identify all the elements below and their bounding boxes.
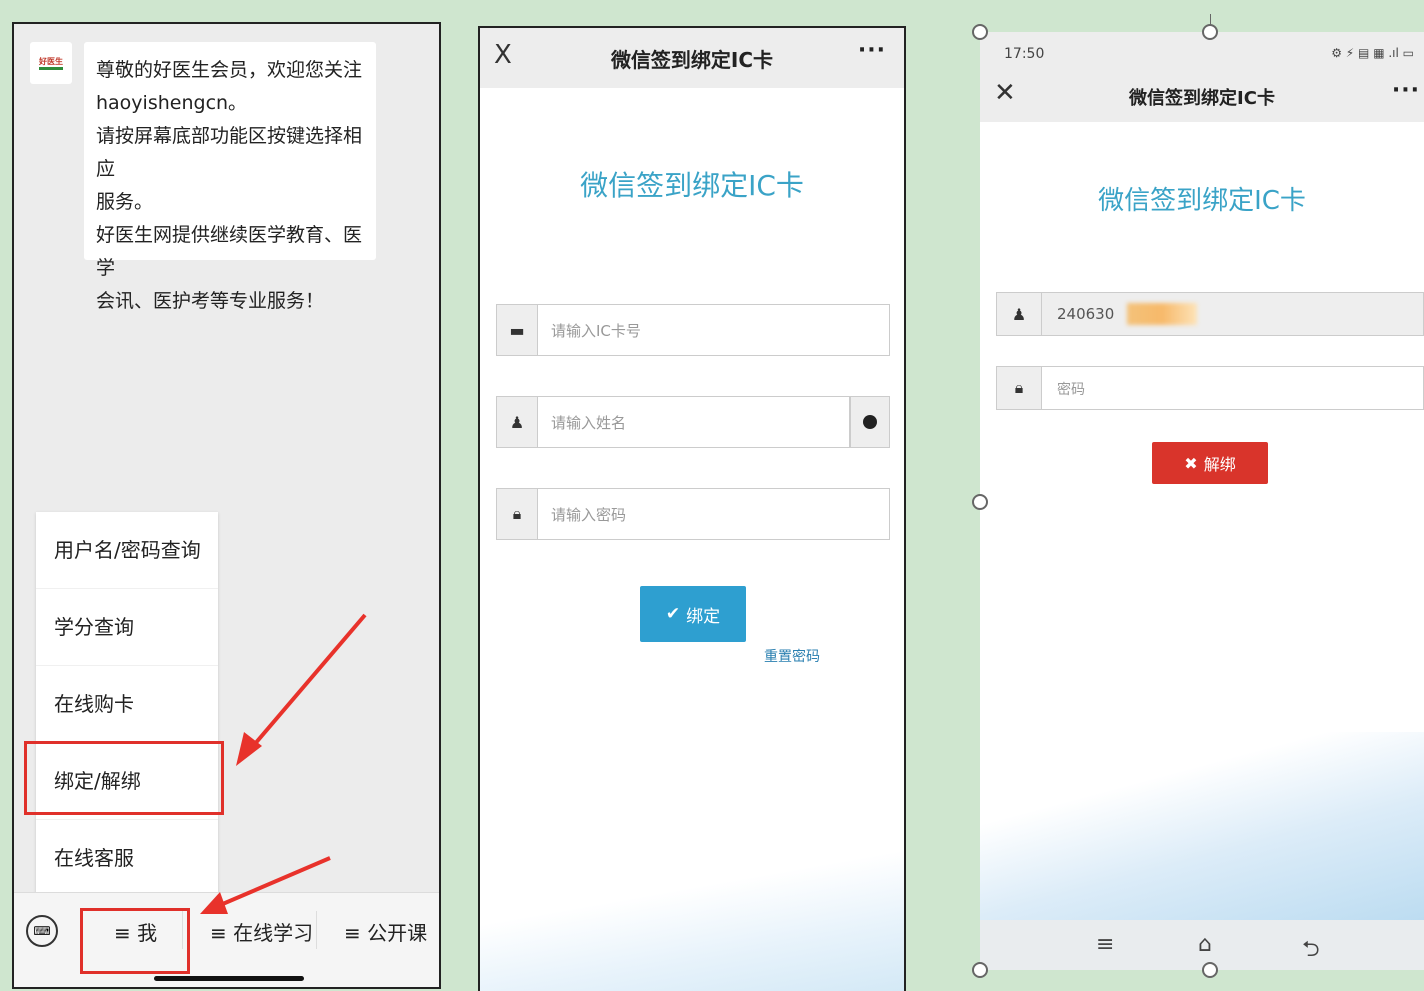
ic-card-field[interactable]: ▬ 请输入IC卡号 bbox=[496, 304, 890, 356]
redacted-blur bbox=[1127, 303, 1197, 325]
arrow-head bbox=[200, 892, 228, 914]
more-icon[interactable]: ··· bbox=[858, 38, 886, 63]
navigation-bar: ✕ 微信签到绑定IC卡 ··· bbox=[980, 74, 1424, 122]
unbind-button-label: 解绑 bbox=[1203, 455, 1236, 474]
password-field[interactable]: 🔒︎ 请输入密码 bbox=[496, 488, 890, 540]
name-placeholder: 请输入姓名 bbox=[551, 414, 627, 432]
lock-icon: 🔒︎ bbox=[997, 367, 1042, 409]
user-icon: ♟ bbox=[997, 293, 1042, 335]
card-number-value: 240630 bbox=[1057, 305, 1115, 323]
page-title: 微信签到绑定IC卡 bbox=[610, 48, 774, 72]
status-time: 17:50 bbox=[1004, 46, 1045, 62]
form-heading: 微信签到绑定IC卡 bbox=[1098, 186, 1306, 216]
ic-card-placeholder: 请输入IC卡号 bbox=[551, 322, 641, 340]
background-decoration bbox=[980, 732, 1424, 922]
bind-button[interactable]: ✔ 绑定 bbox=[640, 586, 746, 642]
name-field[interactable]: ♟ 请输入姓名 bbox=[496, 396, 850, 448]
unbind-button[interactable]: ✖ 解绑 bbox=[1152, 442, 1268, 484]
more-icon[interactable]: ··· bbox=[1392, 78, 1420, 103]
bind-card-page: X 微信签到绑定IC卡 ··· 微信签到绑定IC卡 ▬ 请输入IC卡号 ♟ 请输… bbox=[478, 26, 906, 991]
status-bar: 17:50 ⚙ ⚡ ▤ ▦ .ıl ▭ bbox=[980, 32, 1424, 74]
arrow-line bbox=[217, 856, 331, 908]
android-nav-bar: ≡ ⌂ ⮌ bbox=[980, 920, 1424, 970]
reset-password-link[interactable]: 重置密码 bbox=[764, 646, 820, 666]
card-number-field: ♟ 240630 bbox=[996, 292, 1424, 336]
password-placeholder: 请输入密码 bbox=[551, 506, 627, 524]
card-icon: ▬ bbox=[497, 305, 538, 355]
password-field[interactable]: 🔒︎ 密码 bbox=[996, 366, 1424, 410]
name-addon-button[interactable] bbox=[850, 396, 890, 448]
arrow-line bbox=[246, 613, 367, 754]
times-icon: ✖ bbox=[1184, 453, 1198, 473]
unbind-card-page: 17:50 ⚙ ⚡ ▤ ▦ .ıl ▭ ✕ 微信签到绑定IC卡 ··· 微信签到… bbox=[980, 32, 1424, 970]
page-title: 微信签到绑定IC卡 bbox=[1129, 88, 1275, 109]
resize-handle[interactable] bbox=[1202, 962, 1218, 978]
user-icon: ♟ bbox=[497, 397, 538, 447]
resize-handle[interactable] bbox=[972, 962, 988, 978]
lock-icon: 🔒︎ bbox=[497, 489, 538, 539]
home-icon[interactable]: ⌂ bbox=[1198, 932, 1212, 957]
dot-icon bbox=[863, 415, 877, 429]
form-heading: 微信签到绑定IC卡 bbox=[580, 169, 804, 202]
password-placeholder: 密码 bbox=[1057, 382, 1085, 398]
menu-icon[interactable]: ≡ bbox=[1096, 932, 1114, 957]
background-decoration bbox=[480, 831, 904, 991]
resize-handle[interactable] bbox=[1202, 24, 1218, 40]
bind-button-label: 绑定 bbox=[686, 606, 721, 627]
resize-handle[interactable] bbox=[972, 494, 988, 510]
resize-handle[interactable] bbox=[972, 24, 988, 40]
navigation-bar: X 微信签到绑定IC卡 ··· bbox=[480, 28, 904, 88]
back-icon[interactable]: ⮌ bbox=[1302, 932, 1320, 970]
check-circle-icon: ✔ bbox=[665, 604, 681, 624]
status-icons: ⚙ ⚡ ▤ ▦ .ıl ▭ bbox=[1331, 46, 1414, 60]
